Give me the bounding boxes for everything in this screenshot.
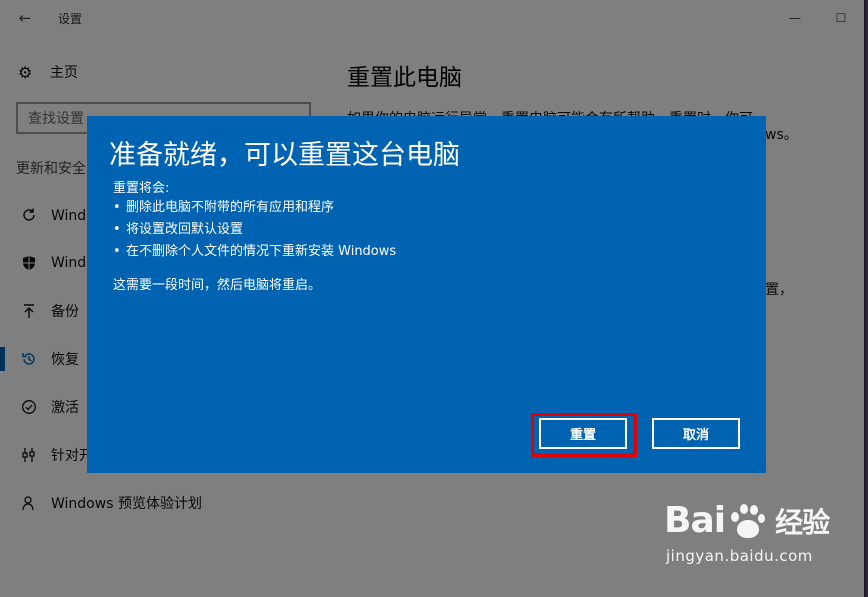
list-item: • 在不删除个人文件的情况下重新安装 Windows bbox=[113, 244, 397, 259]
paw-icon bbox=[727, 502, 767, 540]
reset-button-highlight bbox=[531, 413, 637, 457]
cancel-button[interactable]: 取消 bbox=[652, 418, 740, 449]
dialog-intro: 重置将会: bbox=[113, 181, 170, 196]
baidu-watermark: Bai 经验 jingyan.baidu.com bbox=[664, 500, 834, 580]
dialog-note: 这需要一段时间，然后电脑将重启。 bbox=[113, 278, 322, 293]
baidu-logo: Bai 经验 bbox=[664, 500, 830, 541]
dialog-bullet-list: • 删除此电脑不附带的所有应用和程序 • 将设置改回默认设置 • 在不删除个人文件的情… bbox=[113, 197, 396, 263]
dialog-title: 准备就绪，可以重置这台电脑 bbox=[109, 140, 460, 171]
list-item: • 删除此电脑不附带的所有应用和程序 bbox=[113, 200, 335, 215]
list-item: • 将设置改回默认设置 bbox=[113, 222, 244, 237]
watermark-url: jingyan.baidu.com bbox=[666, 547, 813, 565]
reset-dialog: 准备就绪，可以重置这台电脑 重置将会: • 删除此电脑不附带的所有应用和程序 • 将… bbox=[87, 116, 766, 473]
